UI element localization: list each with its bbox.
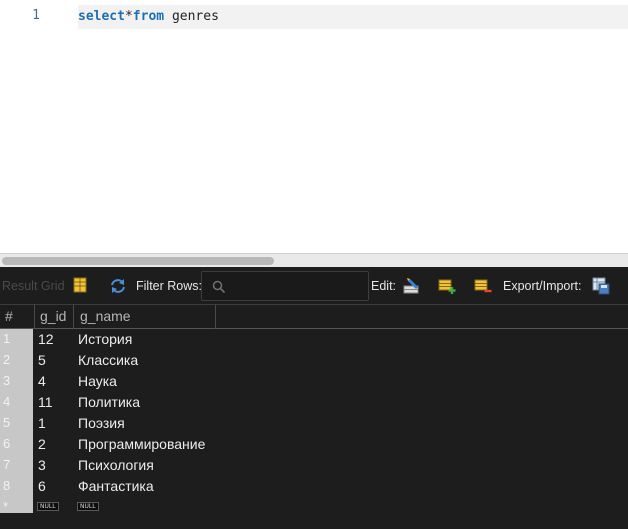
filter-rows-label: Filter Rows: xyxy=(136,279,202,293)
line-number: 1 xyxy=(32,8,40,23)
row-number: 1 xyxy=(3,331,11,346)
cell-g-name[interactable]: Программирование xyxy=(78,436,205,452)
table-row[interactable]: 4 11 Политика xyxy=(0,392,628,413)
cell-g-name[interactable]: Фантастика xyxy=(78,478,154,494)
column-divider[interactable] xyxy=(73,305,74,329)
row-number: 4 xyxy=(3,394,11,409)
cell-g-name[interactable]: Психология xyxy=(78,457,154,473)
result-panel: Result Grid Filter Rows: Edit: Export/Im… xyxy=(0,267,628,529)
table-row[interactable]: 1 12 История xyxy=(0,329,628,350)
cell-g-id[interactable]: 6 xyxy=(38,478,46,494)
column-divider[interactable] xyxy=(34,305,35,329)
table-row[interactable]: 6 2 Программирование xyxy=(0,434,628,455)
operator-star: * xyxy=(124,9,133,24)
column-header-rownum: # xyxy=(5,308,13,324)
cell-g-id[interactable]: 5 xyxy=(38,352,46,368)
cell-g-name[interactable]: Поэзия xyxy=(78,415,125,431)
result-toolbar: Result Grid Filter Rows: Edit: Export/Im… xyxy=(0,267,628,305)
cell-g-name[interactable]: Политика xyxy=(78,394,140,410)
cell-g-id[interactable]: 2 xyxy=(38,436,46,452)
export-icon[interactable] xyxy=(592,277,610,295)
horizontal-scrollbar[interactable] xyxy=(0,253,628,267)
null-badge[interactable]: NULL xyxy=(77,502,99,511)
row-number: 2 xyxy=(3,352,11,367)
table-row[interactable]: 2 5 Классика xyxy=(0,350,628,371)
row-number: 6 xyxy=(3,436,11,451)
search-icon xyxy=(212,280,226,294)
column-header-g-id[interactable]: g_id xyxy=(40,305,66,329)
scrollbar-thumb[interactable] xyxy=(2,257,274,265)
null-badge[interactable]: NULL xyxy=(37,502,59,511)
edit-row-icon[interactable] xyxy=(403,277,421,295)
table-row[interactable]: 7 3 Психология xyxy=(0,455,628,476)
row-number: 8 xyxy=(3,478,11,493)
cell-g-id[interactable]: 3 xyxy=(38,457,46,473)
cell-g-name[interactable]: История xyxy=(78,331,132,347)
row-number: 5 xyxy=(3,415,11,430)
export-import-label: Export/Import: xyxy=(503,279,582,293)
add-row-icon[interactable] xyxy=(438,277,456,295)
code-line[interactable]: select*from genres xyxy=(78,5,628,29)
table-row[interactable]: 8 6 Фантастика xyxy=(0,476,628,497)
edit-label: Edit: xyxy=(371,279,397,293)
grid-layout-icon[interactable] xyxy=(72,277,90,295)
result-grid-label[interactable]: Result Grid xyxy=(2,279,65,293)
grid-header: # g_id g_name xyxy=(0,305,628,329)
table-name: genres xyxy=(171,9,219,24)
keyword-from: from xyxy=(132,9,165,24)
new-row[interactable]: * NULL NULL xyxy=(0,497,628,518)
cell-g-id[interactable]: 11 xyxy=(38,394,53,410)
filter-search-input[interactable] xyxy=(201,271,369,301)
delete-row-icon[interactable] xyxy=(474,277,492,295)
refresh-icon[interactable] xyxy=(109,277,127,295)
table-row[interactable]: 5 1 Поэзия xyxy=(0,413,628,434)
sql-editor[interactable]: 1 select*from genres xyxy=(0,0,628,253)
cell-g-id[interactable]: 4 xyxy=(38,373,46,389)
row-number: * xyxy=(3,499,9,514)
cell-g-id[interactable]: 1 xyxy=(38,415,46,431)
cell-g-id[interactable]: 12 xyxy=(38,331,54,347)
cell-g-name[interactable]: Наука xyxy=(78,373,117,389)
column-divider[interactable] xyxy=(215,305,216,329)
keyword-select: select xyxy=(78,9,125,24)
row-number: 7 xyxy=(3,457,11,472)
row-number: 3 xyxy=(3,373,11,388)
cell-g-name[interactable]: Классика xyxy=(78,352,138,368)
table-row[interactable]: 3 4 Наука xyxy=(0,371,628,392)
column-header-g-name[interactable]: g_name xyxy=(80,305,131,329)
